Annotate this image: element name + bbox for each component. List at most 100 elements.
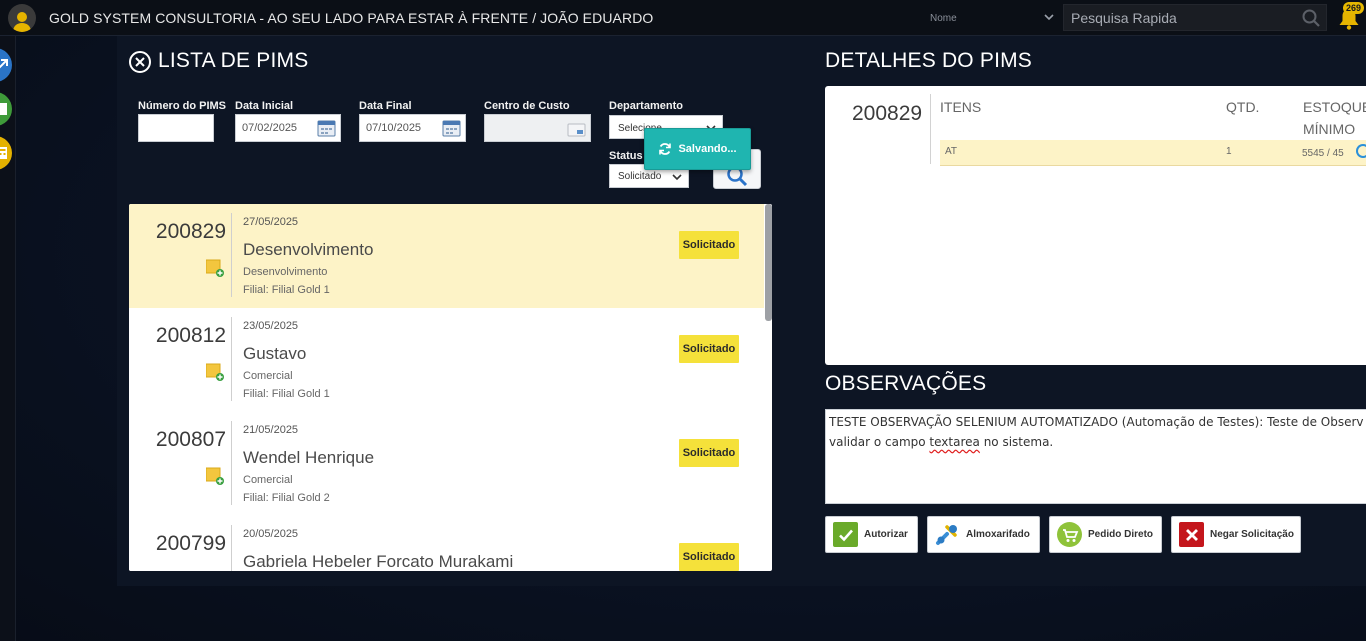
pims-date: 23/05/2025 — [243, 320, 299, 332]
deny-request-button[interactable]: Negar Solicitação — [1171, 516, 1301, 553]
pims-list-item[interactable]: 200812 23/05/2025 Gustavo Comercial Fili… — [129, 308, 764, 412]
app-title: GOLD SYSTEM CONSULTORIA - AO SEU LADO PA… — [49, 10, 654, 26]
direct-order-button[interactable]: Pedido Direto — [1049, 516, 1162, 553]
row-divider — [231, 525, 232, 571]
pims-requester: Gustavo — [243, 344, 307, 363]
details-pims-number: 200829 — [852, 102, 923, 125]
warehouse-tools-icon — [935, 522, 960, 547]
item-qty: 1 — [1226, 146, 1232, 157]
pims-list-item[interactable]: 200829 27/05/2025 Desenvolvimento Desenv… — [129, 204, 764, 308]
pims-date: 20/05/2025 — [243, 528, 299, 540]
details-section-title: DETALHES DO PIMS — [825, 49, 1033, 72]
calendar-icon[interactable] — [317, 119, 336, 137]
close-icon — [135, 57, 145, 67]
pims-number-input[interactable] — [138, 114, 214, 142]
note-add-icon[interactable] — [206, 259, 224, 277]
status-badge: Solicitado — [679, 231, 739, 259]
pims-department: Comercial — [243, 370, 293, 382]
row-divider — [231, 421, 232, 505]
pims-department: Desenvolvimento — [243, 266, 328, 278]
col-header-minimum: MÍNIMO — [1303, 121, 1356, 137]
cost-center-label: Centro de Custo — [484, 100, 570, 112]
observations-line-2: validar o campo textarea no sistema. — [829, 432, 1366, 452]
details-item-row[interactable]: AT 1 5545 / 45 — [940, 140, 1366, 166]
saving-toast: Salvando... — [644, 128, 751, 170]
quick-search-box — [1063, 4, 1327, 31]
warehouse-button[interactable]: Almoxarifado — [927, 516, 1040, 553]
check-icon — [833, 522, 858, 547]
start-date-label: Data Inicial — [235, 100, 294, 112]
row-divider — [231, 213, 232, 297]
pims-branch: Filial: Filial Gold 2 — [243, 492, 330, 504]
pims-requester: Gabriela Hebeler Forcato Murakami — [243, 552, 514, 571]
top-bar: GOLD SYSTEM CONSULTORIA - AO SEU LADO PA… — [0, 0, 1366, 36]
details-panel: 200829 ITENS QTD. ESTOQUE MÍNIMO AT 1 55… — [825, 86, 1366, 365]
observations-textarea[interactable]: TESTE OBSERVAÇÃO SELENIUM AUTOMATIZADO (… — [825, 409, 1366, 504]
quick-search-input[interactable] — [1064, 5, 1294, 30]
arrow-icon — [0, 59, 8, 69]
start-date-value: 07/02/2025 — [242, 122, 298, 134]
authorize-button-label: Autorizar — [864, 529, 908, 540]
pims-number-label: Número do PIMS — [138, 100, 227, 112]
pims-department: Comercial — [243, 474, 293, 486]
observations-line-2-end: no sistema. — [979, 435, 1054, 449]
col-header-items: ITENS — [940, 99, 982, 115]
pims-branch: Filial: Filial Gold 1 — [243, 284, 330, 296]
col-header-qty: QTD. — [1226, 99, 1260, 115]
pims-branch: Filial: Filial Gold 1 — [243, 388, 330, 400]
pims-list-item[interactable]: 200807 21/05/2025 Wendel Henrique Comerc… — [129, 412, 764, 516]
left-sidebar — [0, 36, 16, 641]
pims-date: 27/05/2025 — [243, 216, 299, 228]
item-name: AT — [945, 146, 958, 157]
note-add-icon[interactable] — [206, 363, 224, 381]
list-section-title: LISTA DE PIMS — [158, 49, 309, 72]
pims-number: 200812 — [155, 324, 226, 347]
cost-center-input[interactable] — [484, 114, 591, 142]
misspelled-word: textarea — [929, 435, 980, 449]
pims-number: 200829 — [155, 220, 226, 243]
loading-spinner-icon — [1356, 144, 1366, 158]
warehouse-button-label: Almoxarifado — [966, 529, 1030, 540]
user-avatar-icon[interactable] — [8, 4, 36, 32]
pims-date: 21/05/2025 — [243, 424, 299, 436]
observations-title: OBSERVAÇÕES — [825, 372, 987, 395]
chevron-down-icon — [672, 174, 682, 181]
pims-number: 200807 — [155, 428, 226, 451]
item-stock: 5545 / 45 — [1302, 148, 1344, 159]
status-selected-value: Solicitado — [618, 170, 662, 182]
refresh-icon — [659, 143, 672, 155]
end-date-label: Data Final — [359, 100, 412, 112]
lookup-icon[interactable] — [567, 121, 586, 139]
deny-request-button-label: Negar Solicitação — [1210, 529, 1294, 540]
end-date-value: 07/10/2025 — [366, 122, 422, 134]
calendar-icon[interactable] — [442, 119, 461, 137]
chevron-down-icon[interactable] — [1043, 11, 1055, 23]
details-divider — [930, 94, 931, 164]
deny-x-icon — [1179, 522, 1204, 547]
row-divider — [231, 317, 232, 401]
search-icon[interactable] — [1302, 9, 1320, 27]
department-label: Departamento — [609, 100, 683, 112]
cart-icon — [1057, 522, 1082, 547]
end-date-input[interactable]: 07/10/2025 — [359, 114, 466, 142]
status-badge: Solicitado — [679, 335, 739, 363]
pims-requester: Wendel Henrique — [243, 448, 375, 467]
calculator-icon — [0, 147, 7, 159]
list-scrollbar[interactable] — [765, 204, 772, 321]
direct-order-button-label: Pedido Direto — [1088, 529, 1154, 540]
status-badge: Solicitado — [679, 439, 739, 467]
pims-requester: Desenvolvimento — [243, 240, 374, 259]
close-list-button[interactable] — [129, 51, 151, 73]
note-add-icon[interactable] — [206, 467, 224, 485]
observations-line-1: TESTE OBSERVAÇÃO SELENIUM AUTOMATIZADO (… — [829, 415, 1364, 429]
authorize-button[interactable]: Autorizar — [825, 516, 918, 553]
saving-toast-text: Salvando... — [678, 143, 737, 155]
col-header-stock: ESTOQUE — [1303, 99, 1366, 115]
status-label: Status — [609, 150, 643, 162]
notification-count-badge: 269 — [1343, 2, 1365, 14]
status-badge: Solicitado — [679, 543, 739, 571]
pims-list-item[interactable]: 200799 20/05/2025 Gabriela Hebeler Forca… — [129, 516, 764, 571]
nome-select-label[interactable]: Nome — [930, 13, 957, 24]
start-date-input[interactable]: 07/02/2025 — [235, 114, 341, 142]
pims-list: 200829 27/05/2025 Desenvolvimento Desenv… — [129, 204, 772, 571]
